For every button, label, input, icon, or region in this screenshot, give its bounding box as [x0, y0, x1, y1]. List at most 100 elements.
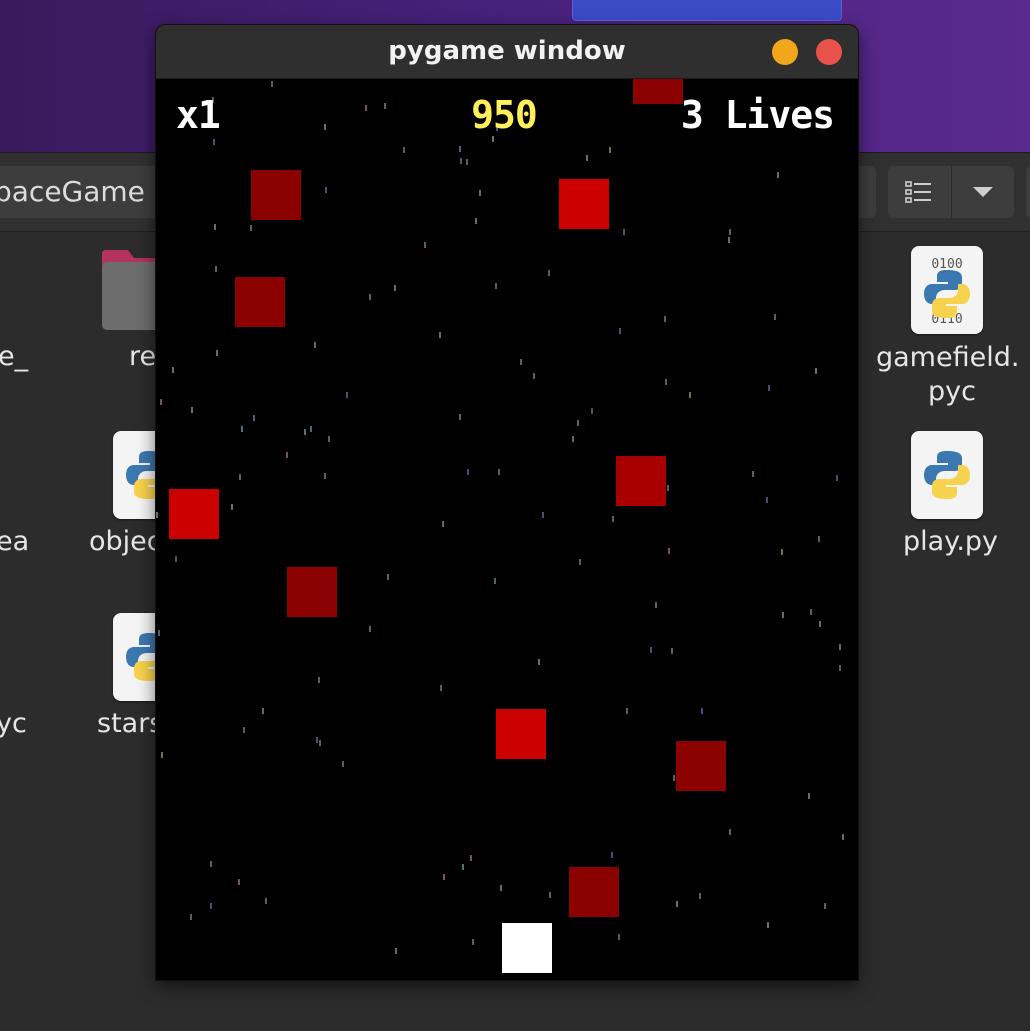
pyc-file-icon[interactable]: 0100 0110	[911, 246, 983, 334]
star	[475, 218, 477, 224]
star	[619, 328, 621, 334]
star	[158, 630, 160, 636]
window-titlebar[interactable]: pygame window	[156, 25, 858, 79]
star	[668, 548, 670, 554]
star	[172, 367, 174, 373]
toolbar-button[interactable]	[858, 166, 876, 218]
star	[325, 187, 327, 193]
toolbar-button[interactable]	[1026, 166, 1030, 218]
star	[314, 342, 316, 348]
file-label[interactable]: e_	[0, 341, 28, 372]
star	[538, 659, 540, 665]
star	[673, 775, 675, 781]
star	[238, 879, 240, 885]
star	[250, 225, 252, 231]
star	[768, 385, 770, 391]
desktop-panel-tab	[572, 0, 842, 21]
star	[609, 147, 611, 153]
star	[664, 316, 666, 322]
star	[394, 285, 396, 291]
star	[577, 420, 579, 426]
star	[824, 903, 826, 909]
enemy-block	[287, 567, 337, 617]
window-title: pygame window	[388, 36, 626, 66]
file-label[interactable]: yc	[0, 708, 27, 739]
star	[579, 559, 581, 565]
enemy-block	[496, 709, 546, 759]
star	[442, 521, 444, 527]
star	[342, 761, 344, 767]
star	[701, 708, 703, 714]
star	[728, 237, 730, 243]
game-canvas[interactable]: x1 950 3 Lives	[156, 79, 858, 980]
pygame-window: pygame window x1 950 3 Lives	[156, 25, 858, 980]
star	[319, 740, 321, 746]
star	[650, 647, 652, 653]
star	[460, 158, 462, 164]
folder-icon[interactable]	[102, 248, 162, 330]
file-label[interactable]: stars	[97, 708, 163, 739]
close-button[interactable]	[816, 39, 842, 65]
star	[808, 793, 810, 799]
file-label[interactable]: play.py	[903, 526, 998, 557]
star	[214, 224, 216, 230]
star	[459, 414, 461, 420]
star	[815, 368, 817, 374]
star	[839, 665, 841, 671]
star	[271, 81, 273, 87]
star	[466, 159, 468, 165]
star	[626, 708, 628, 714]
star	[443, 874, 445, 880]
star	[243, 727, 245, 733]
star	[819, 621, 821, 627]
star	[156, 512, 158, 518]
star	[498, 469, 500, 475]
star	[729, 829, 731, 835]
list-view-icon[interactable]	[888, 166, 951, 218]
star	[542, 512, 544, 518]
star	[479, 190, 481, 196]
star	[494, 578, 496, 584]
star	[774, 314, 776, 320]
star	[655, 602, 657, 608]
star	[231, 504, 233, 510]
star	[395, 948, 397, 954]
enemy-block	[169, 489, 219, 539]
chevron-down-icon[interactable]	[952, 166, 1015, 218]
star	[286, 452, 288, 458]
star	[781, 549, 783, 555]
star	[836, 475, 838, 481]
star	[591, 408, 593, 414]
minimize-button[interactable]	[772, 39, 798, 65]
player-ship	[502, 923, 552, 973]
svg-text:0100: 0100	[931, 257, 962, 272]
star	[549, 892, 551, 898]
star	[191, 407, 193, 413]
star	[210, 903, 212, 909]
file-label[interactable]: gamefield.	[876, 342, 1019, 373]
enemy-block	[569, 867, 619, 917]
star	[495, 283, 497, 289]
star	[618, 934, 620, 940]
star	[216, 350, 218, 356]
star	[403, 147, 405, 153]
python-file-icon[interactable]	[911, 431, 983, 519]
view-controls	[888, 166, 1014, 218]
enemy-block	[251, 170, 301, 220]
star	[612, 516, 614, 522]
star	[424, 242, 426, 248]
star	[310, 426, 312, 432]
file-label[interactable]: re	[129, 341, 156, 372]
star	[842, 834, 844, 840]
file-label[interactable]: ea	[0, 526, 29, 557]
star	[215, 266, 217, 272]
file-label-line2[interactable]: pyc	[928, 376, 976, 407]
star	[241, 426, 243, 432]
star	[265, 898, 267, 904]
star	[462, 864, 464, 870]
star	[818, 536, 820, 542]
star	[548, 270, 550, 276]
star	[262, 708, 264, 714]
file-label[interactable]: objec	[89, 526, 162, 557]
star	[439, 332, 441, 338]
